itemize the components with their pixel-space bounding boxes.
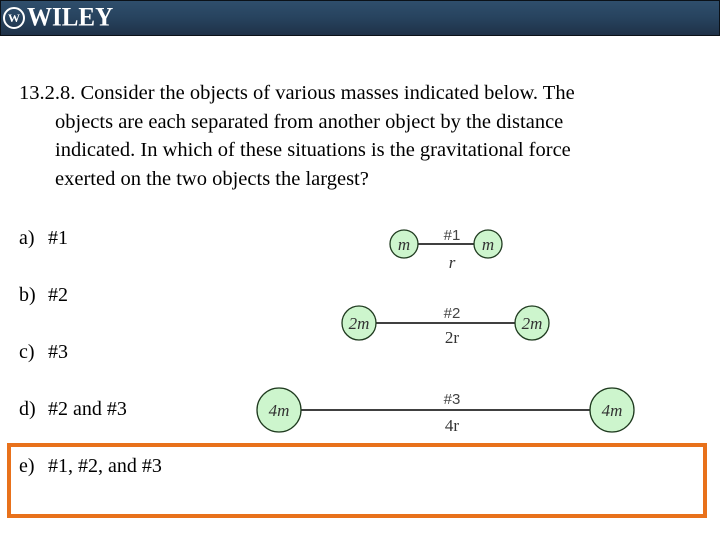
question-line: 13.2.8. Consider the objects of various … [19,82,575,104]
answer-option-c[interactable]: c) #3 [19,340,68,364]
system-label: #2 [444,305,461,322]
answer-text: #2 [48,284,68,306]
question-text: 13.2.8. Consider the objects of various … [19,79,699,193]
system-1: m m #1 r [389,227,503,272]
answer-option-d[interactable]: d) #2 and #3 [19,397,127,421]
answer-letter: d) [19,398,36,420]
answer-option-a[interactable]: a) #1 [19,226,68,250]
answer-letter: b) [19,284,36,306]
mass-label: 2m [349,314,370,333]
mass-label: 4m [602,401,623,420]
mass-label: m [482,235,494,254]
answer-text: #2 and #3 [48,398,127,420]
mass-ball-left [256,387,302,433]
wiley-seal-icon: W [3,7,25,29]
answer-text: #1 [48,227,68,249]
question-line: indicated. In which of these situations … [55,139,571,161]
system-label: #1 [444,227,461,244]
answer-option-b[interactable]: b) #2 [19,283,68,307]
mass-label: 2m [522,314,543,333]
answer-highlight-box [7,443,707,518]
system-label: #3 [444,391,461,408]
system-3: 4m 4m #3 4r [256,387,635,435]
mass-label: 4m [269,401,290,420]
mass-ball-right [473,229,503,259]
distance-label: 4r [445,416,460,435]
question-line: objects are each separated from another … [55,110,564,133]
mass-ball-right [589,387,635,433]
answer-text: #3 [48,341,68,363]
mass-ball-left [341,305,377,341]
answer-letter: a) [19,227,35,249]
wiley-logo: W WILEY [3,2,113,34]
distance-label: r [449,253,456,272]
system-2: 2m 2m #2 2r [341,305,550,347]
question-line: exerted on the two objects the largest? [55,167,369,190]
answer-letter: c) [19,341,35,363]
distance-label: 2r [445,328,460,347]
mass-ball-right [514,305,550,341]
brand-name: WILEY [27,3,114,32]
header-bar: W WILEY [0,0,720,36]
mass-label: m [398,235,410,254]
mass-ball-left [389,229,419,259]
